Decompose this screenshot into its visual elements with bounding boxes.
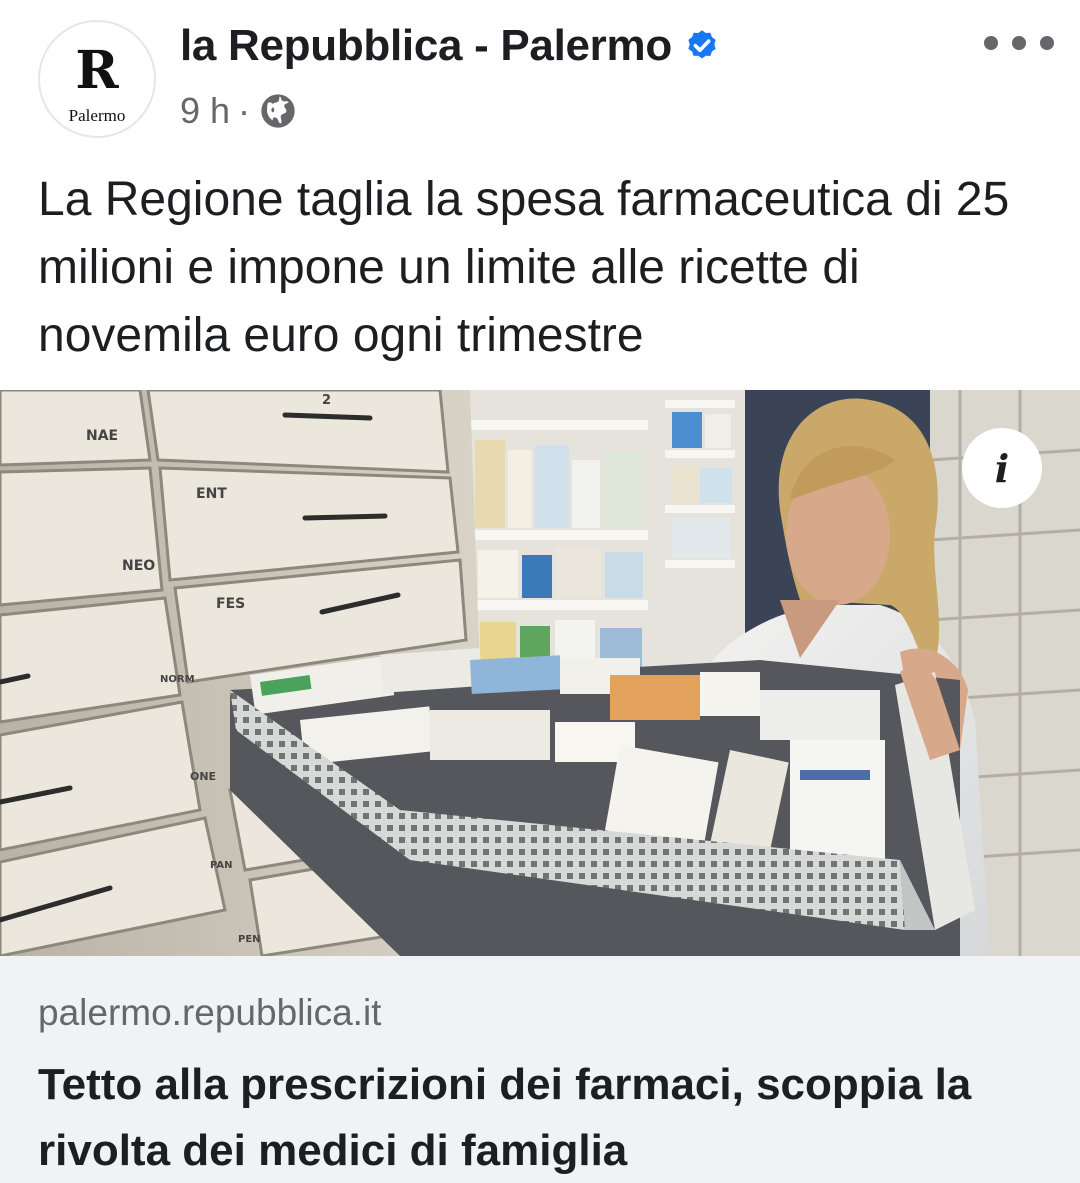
info-button[interactable]: i	[962, 428, 1042, 508]
drawer-label: FES	[216, 596, 245, 612]
link-preview-card[interactable]: palermo.repubblica.it Tetto alla prescri…	[0, 956, 1080, 1183]
link-domain: palermo.repubblica.it	[38, 992, 382, 1033]
more-options-button[interactable]	[984, 28, 1054, 58]
drawer-label: NORM	[160, 674, 195, 685]
drawer-label: PEN	[238, 934, 261, 945]
post-text: La Regione taglia la spesa farmaceutica …	[38, 173, 1010, 362]
page-name-row: la Repubblica - Palermo	[180, 16, 720, 76]
drawer-label: 2	[322, 393, 331, 408]
post-timestamp[interactable]: 9 h	[180, 90, 230, 132]
avatar-logo-letter: R	[75, 40, 119, 101]
post-header: R Palermo la Repubblica - Palermo 9 h ·	[0, 0, 1080, 160]
post-meta: 9 h ·	[180, 86, 298, 136]
more-dot	[984, 36, 998, 50]
drawer-label: ONE	[190, 770, 216, 783]
page-avatar[interactable]: R Palermo	[38, 20, 156, 138]
drawer-label: NAE	[86, 428, 118, 444]
meta-separator: ·	[238, 90, 251, 131]
drawer-label: NEO	[122, 558, 155, 574]
more-dot	[1012, 36, 1026, 50]
verified-badge-icon	[688, 30, 716, 59]
link-preview-image[interactable]: NAE ENT NEO FES NORM ONE PAN PEN 2 i	[0, 390, 1080, 956]
pharmacy-photo: NAE ENT NEO FES NORM ONE PAN PEN 2	[0, 390, 1080, 956]
page-name-link[interactable]: la Repubblica - Palermo	[180, 21, 672, 71]
globe-icon[interactable]	[258, 91, 298, 131]
drawer-label: ENT	[196, 486, 227, 502]
more-dot	[1040, 36, 1054, 50]
link-title[interactable]: Tetto alla prescrizioni dei farmaci, sco…	[38, 1052, 1058, 1183]
drawer-label: PAN	[210, 860, 233, 871]
avatar-logo-city: Palermo	[68, 106, 126, 125]
